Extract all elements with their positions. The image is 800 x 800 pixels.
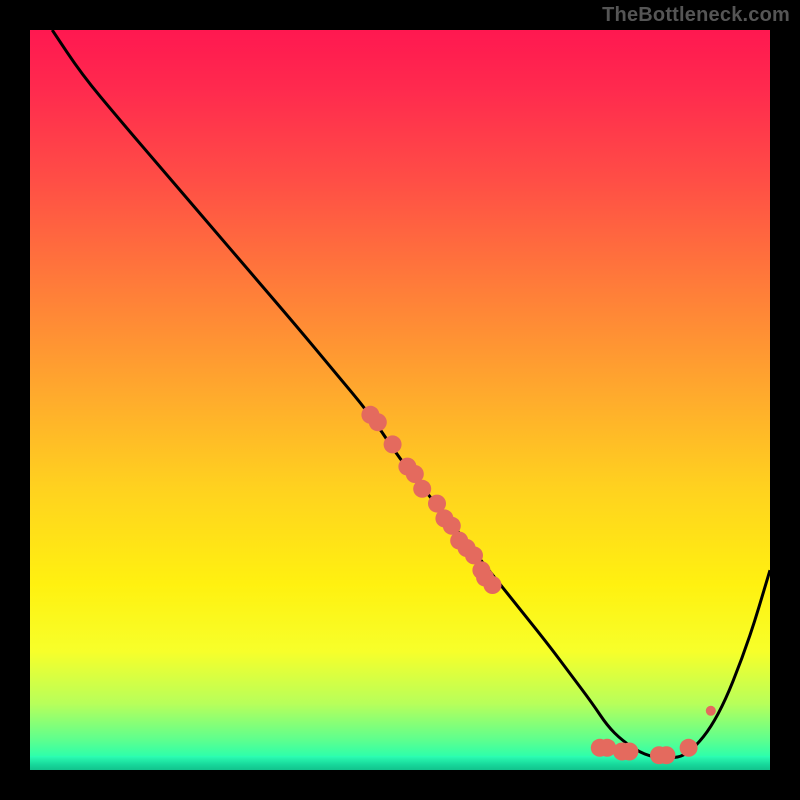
data-point-21 bbox=[680, 739, 698, 757]
chart-frame: TheBottleneck.com bbox=[0, 0, 800, 800]
plot-area bbox=[30, 30, 770, 770]
data-point-18 bbox=[620, 743, 638, 761]
data-point-14 bbox=[484, 576, 502, 594]
bottleneck-curve bbox=[52, 30, 770, 758]
curve-svg bbox=[30, 30, 770, 770]
data-point-small-0 bbox=[706, 706, 716, 716]
data-markers bbox=[361, 406, 715, 764]
data-point-5 bbox=[413, 480, 431, 498]
data-point-1 bbox=[369, 413, 387, 431]
watermark-text: TheBottleneck.com bbox=[602, 4, 790, 27]
data-point-20 bbox=[657, 746, 675, 764]
data-point-2 bbox=[384, 435, 402, 453]
